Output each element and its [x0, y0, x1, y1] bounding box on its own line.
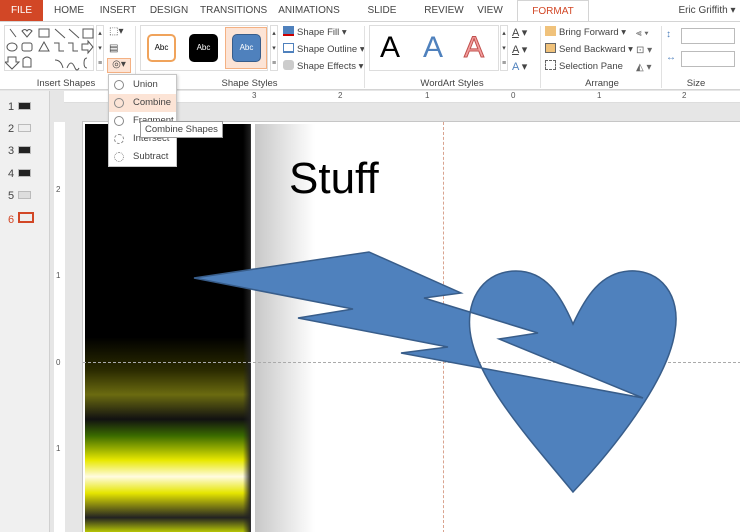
- tooltip: Combine Shapes: [140, 121, 223, 138]
- ruler-label: 1: [56, 271, 61, 280]
- pen-icon: [283, 43, 294, 53]
- tab-design[interactable]: DESIGN: [148, 0, 190, 21]
- lightning-heart-combined[interactable]: [193, 251, 677, 494]
- ruler-label: 1: [425, 91, 430, 100]
- wordart-scroll[interactable]: ▴ ▾ ≡: [500, 25, 508, 71]
- group-icon[interactable]: ⊡ ▾: [636, 42, 652, 59]
- ruler-label: 2: [338, 91, 343, 100]
- selection-pane-label: Selection Pane: [559, 61, 623, 72]
- vertical-ruler: 2 1 0 1: [54, 122, 65, 532]
- wordart-sample-red[interactable]: A: [463, 26, 484, 70]
- ruler-label: 2: [682, 91, 687, 100]
- shape-outline-button[interactable]: Shape Outline ▾: [283, 43, 365, 55]
- bring-forward-label: Bring Forward: [559, 27, 619, 38]
- wordart-sample-blue[interactable]: A: [423, 26, 443, 70]
- tab-slide-show[interactable]: SLIDE SHOW: [352, 0, 412, 37]
- slide-number: 1: [8, 101, 15, 113]
- slide-number: 5: [8, 190, 15, 202]
- slide-number: 3: [8, 145, 15, 157]
- ruler-label: 0: [511, 91, 516, 100]
- slide-number: 4: [8, 168, 15, 180]
- bring-forward-button[interactable]: Bring Forward ▾: [545, 26, 626, 38]
- slide-thumb-1[interactable]: 1: [8, 101, 32, 113]
- merge-shapes-button[interactable]: ◎▾: [107, 58, 131, 73]
- tab-insert[interactable]: INSERT: [98, 0, 138, 21]
- selection-pane-icon: [545, 60, 556, 70]
- ruler-label: 0: [56, 358, 61, 367]
- tab-home[interactable]: HOME: [50, 0, 88, 21]
- slide-number: 6: [8, 214, 15, 226]
- user-name: Eric Griffith: [678, 5, 728, 16]
- tab-format[interactable]: FORMAT: [517, 0, 589, 22]
- arrange-icons: ⫷ ▾ ⊡ ▾ ◭ ▾: [636, 25, 652, 76]
- shapes-scroll[interactable]: ▴ ▾ ≡: [96, 25, 104, 71]
- shapes-gallery[interactable]: [3, 25, 94, 71]
- menu-item-subtract[interactable]: Subtract: [109, 148, 176, 166]
- shape-fill-label: Shape Fill: [297, 27, 340, 38]
- slide-thumbnails-pane: 1 2 3 4 5 6: [0, 91, 50, 532]
- group-label-arrange: Arrange: [585, 78, 619, 89]
- styles-scroll[interactable]: ▴ ▾ ≡: [270, 25, 278, 71]
- menu-item-union[interactable]: Union: [109, 76, 176, 94]
- align-icon[interactable]: ⫷ ▾: [636, 25, 652, 42]
- send-backward-label: Send Backward: [559, 44, 626, 55]
- text-outline-icon[interactable]: A ▾: [512, 42, 527, 59]
- shape-effects-button[interactable]: Shape Effects ▾: [283, 60, 363, 72]
- menu-label: Subtract: [133, 151, 169, 162]
- shape-styles-gallery: Abc Abc Abc: [140, 25, 268, 71]
- tab-view[interactable]: VIEW: [474, 0, 506, 21]
- ruler-label: 3: [252, 91, 257, 100]
- style-sample-orange[interactable]: Abc: [147, 34, 176, 62]
- user-account[interactable]: Eric Griffith ▾: [676, 0, 738, 21]
- slide-thumb-2[interactable]: 2: [8, 123, 32, 135]
- group-label-wordart: WordArt Styles: [420, 78, 484, 89]
- slide-thumb-5[interactable]: 5: [8, 190, 32, 202]
- rotate-icon[interactable]: ◭ ▾: [636, 59, 652, 76]
- width-icon: ↔: [666, 52, 676, 63]
- paint-bucket-icon: [283, 26, 294, 36]
- edit-shape-icon[interactable]: ⬚▾: [109, 26, 123, 37]
- tab-transitions[interactable]: TRANSITIONS: [200, 0, 267, 21]
- tab-file[interactable]: FILE: [0, 0, 43, 21]
- slide-thumb-3[interactable]: 3: [8, 145, 32, 157]
- ruler-label: 1: [56, 444, 61, 453]
- style-sample-blue: Abc: [232, 34, 261, 62]
- bring-forward-icon: [545, 26, 556, 36]
- slide-thumb-4[interactable]: 4: [8, 168, 32, 180]
- slide-canvas[interactable]: Stuff: [82, 121, 740, 532]
- group-label-size: Size: [686, 78, 706, 89]
- menu-label: Combine: [133, 97, 172, 108]
- width-input[interactable]: [681, 51, 735, 67]
- slide-thumb-6-selected[interactable]: 6: [8, 212, 35, 226]
- shape-outline-label: Shape Outline: [297, 44, 358, 55]
- selection-pane-button[interactable]: Selection Pane: [545, 60, 623, 72]
- style-sample-selected[interactable]: Abc: [225, 27, 267, 69]
- style-sample-black[interactable]: Abc: [189, 34, 218, 62]
- text-effects-icon[interactable]: A ▾: [512, 59, 527, 76]
- ruler-label: 2: [56, 185, 61, 194]
- text-fill-icon[interactable]: A ▾: [512, 25, 527, 42]
- slide-number: 2: [8, 123, 15, 135]
- combined-shape[interactable]: [82, 121, 740, 532]
- wordart-sample-black[interactable]: A: [380, 26, 400, 70]
- tab-animations[interactable]: ANIMATIONS: [278, 0, 340, 21]
- send-backward-icon: [545, 43, 556, 53]
- shape-fill-button[interactable]: Shape Fill ▾: [283, 26, 347, 38]
- text-box-icon[interactable]: ▤: [109, 43, 118, 54]
- text-format-buttons: A ▾ A ▾ A ▾: [512, 25, 527, 76]
- tab-review[interactable]: REVIEW: [424, 0, 464, 21]
- height-icon: ↕: [666, 29, 671, 40]
- ruler-label: 1: [597, 91, 602, 100]
- shapes-icons: [3, 28, 94, 71]
- shape-effects-label: Shape Effects: [297, 61, 356, 72]
- menu-item-combine[interactable]: Combine: [109, 94, 176, 112]
- effects-icon: [283, 60, 294, 70]
- ribbon-tabs: FILE HOME INSERT DESIGN TRANSITIONS ANIM…: [0, 0, 740, 37]
- wordart-gallery: A A A: [369, 25, 499, 71]
- send-backward-button[interactable]: Send Backward ▾: [545, 43, 633, 55]
- menu-label: Union: [133, 79, 158, 90]
- height-input[interactable]: [681, 28, 735, 44]
